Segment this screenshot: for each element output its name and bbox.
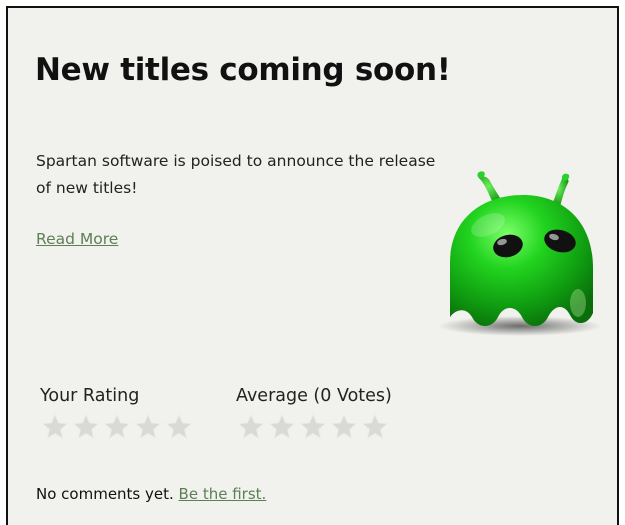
your-rating: Your Rating bbox=[40, 386, 194, 442]
your-rating-label: Your Rating bbox=[40, 386, 140, 406]
average-rating-stars bbox=[236, 412, 392, 442]
star-4-icon bbox=[330, 413, 358, 440]
star-2-icon[interactable] bbox=[71, 412, 101, 442]
no-comments-text: No comments yet. bbox=[36, 485, 179, 503]
average-rating-label: Average (0 Votes) bbox=[236, 386, 392, 406]
your-rating-stars bbox=[40, 412, 194, 442]
post-title: New titles coming soon! bbox=[35, 52, 451, 88]
average-rating: Average (0 Votes) bbox=[236, 386, 392, 442]
star-1-icon bbox=[237, 413, 265, 440]
green-alien-ghost-icon bbox=[438, 171, 602, 336]
star-1-icon[interactable] bbox=[40, 412, 70, 442]
post-description: Spartan software is poised to announce t… bbox=[36, 152, 436, 197]
star-5-icon[interactable] bbox=[164, 412, 194, 442]
comments-status: No comments yet. Be the first. bbox=[36, 485, 266, 503]
news-card: New titles coming soon! Spartan software… bbox=[6, 6, 619, 525]
star-2-icon bbox=[268, 413, 296, 440]
star-3-icon[interactable] bbox=[102, 412, 132, 442]
star-4-icon[interactable] bbox=[133, 412, 163, 442]
star-5-icon bbox=[361, 413, 389, 440]
be-the-first-link[interactable]: Be the first. bbox=[179, 485, 267, 503]
read-more-link[interactable]: Read More bbox=[36, 230, 118, 248]
star-3-icon bbox=[299, 413, 327, 440]
